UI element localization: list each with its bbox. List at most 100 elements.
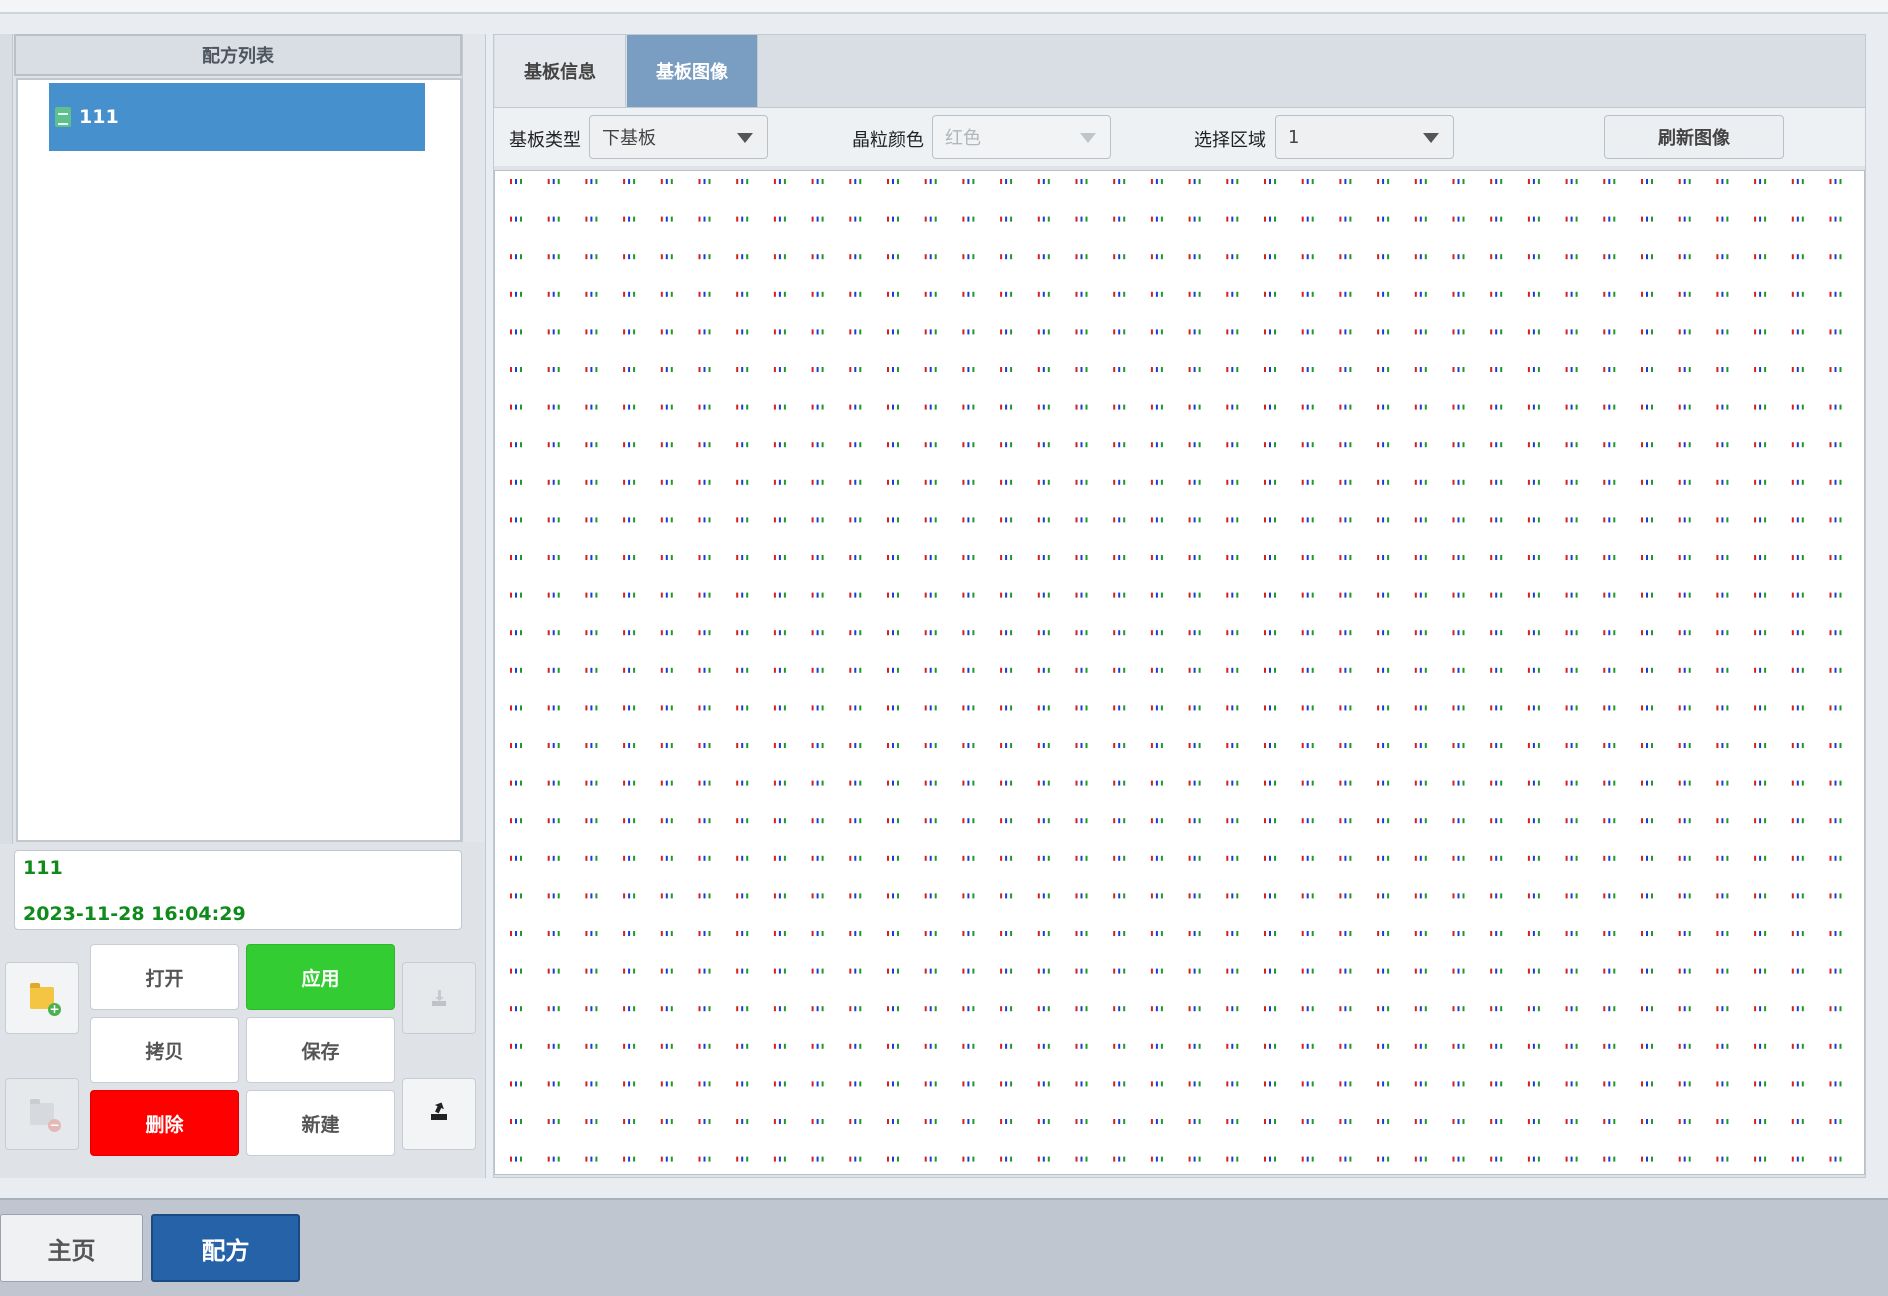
die-pixel: [736, 893, 739, 899]
die-pixel: [703, 818, 706, 824]
die-pixel: [887, 404, 889, 410]
die-pixel: [1462, 367, 1465, 372]
left-scrollbar[interactable]: [0, 34, 13, 844]
die-pixel: [859, 855, 862, 861]
die-pixel: [1613, 931, 1616, 936]
die-pixel: [1651, 1119, 1653, 1124]
refresh-image-button[interactable]: 刷新图像: [1604, 115, 1784, 159]
die-pixel: [552, 1156, 555, 1162]
die-cell: [698, 442, 711, 448]
die-pixel: [1269, 1119, 1271, 1124]
die-pixel: [887, 893, 889, 899]
save-button[interactable]: 保存: [246, 1017, 395, 1083]
die-pixel: [1042, 931, 1045, 936]
die-pixel: [1113, 404, 1116, 410]
die-pixel: [897, 968, 899, 974]
die-pixel: [623, 479, 626, 485]
region-select[interactable]: 1: [1275, 115, 1454, 159]
tab-substrate-info[interactable]: 基板信息: [495, 35, 626, 107]
die-cell: [1414, 743, 1427, 748]
die-cell: [1150, 818, 1163, 824]
die-pixel: [1301, 1119, 1304, 1124]
die-pixel: [1150, 630, 1153, 636]
die-pixel: [1085, 968, 1088, 974]
die-pixel: [1565, 254, 1568, 260]
nav-home-button[interactable]: 主页: [0, 1214, 143, 1282]
add-folder-button[interactable]: [5, 962, 79, 1034]
remove-folder-button[interactable]: [5, 1078, 79, 1150]
die-pixel: [741, 291, 744, 297]
die-pixel: [623, 291, 626, 297]
copy-button[interactable]: 拷贝: [90, 1017, 239, 1083]
die-pixel: [1500, 705, 1503, 711]
die-pixel: [816, 254, 819, 260]
panel-splitter[interactable]: [462, 34, 485, 842]
die-cell: [1565, 667, 1578, 673]
die-cell: [1490, 442, 1503, 448]
die-pixel: [1118, 216, 1121, 222]
export-button[interactable]: [402, 1078, 476, 1150]
new-button[interactable]: 新建: [246, 1090, 395, 1156]
die-cell: [773, 291, 786, 297]
delete-button[interactable]: 删除: [90, 1090, 239, 1156]
die-pixel: [1231, 216, 1234, 222]
die-pixel: [1424, 855, 1427, 861]
die-pixel: [1796, 1043, 1799, 1049]
nav-recipe-button[interactable]: 配方: [151, 1214, 300, 1282]
substrate-image-canvas[interactable]: [494, 170, 1865, 1175]
die-pixel: [1150, 367, 1153, 372]
die-pixel: [708, 479, 711, 485]
die-pixel: [972, 479, 975, 485]
die-pixel: [1231, 667, 1234, 673]
die-cell: [1150, 705, 1163, 711]
die-pixel: [1754, 893, 1757, 899]
die-pixel: [628, 705, 631, 711]
tab-substrate-image[interactable]: 基板图像: [627, 35, 758, 107]
die-pixel: [1678, 743, 1681, 748]
die-pixel: [1306, 743, 1309, 748]
die-pixel: [628, 367, 631, 372]
die-pixel: [670, 179, 673, 184]
die-pixel: [892, 555, 894, 560]
die-pixel: [1462, 667, 1465, 673]
die-pixel: [1424, 1156, 1427, 1162]
die-cell: [1037, 254, 1050, 260]
recipe-list-item[interactable]: 111: [49, 83, 425, 151]
import-button[interactable]: [402, 962, 476, 1034]
die-pixel: [1462, 931, 1465, 936]
die-pixel: [585, 780, 588, 786]
die-cell: [1791, 1006, 1804, 1012]
die-pixel: [1537, 1119, 1540, 1124]
die-pixel: [1527, 818, 1530, 824]
die-pixel: [1382, 667, 1385, 673]
die-pixel: [1764, 818, 1767, 824]
die-pixel: [1495, 931, 1498, 936]
die-cell: [1565, 931, 1578, 936]
die-pixel: [1726, 893, 1729, 899]
open-button[interactable]: 打开: [90, 944, 239, 1010]
die-cell: [1829, 517, 1842, 523]
die-cell: [1641, 893, 1653, 899]
die-cell: [1150, 855, 1163, 861]
die-pixel: [1150, 893, 1153, 899]
die-cell: [1754, 931, 1767, 936]
die-pixel: [887, 216, 889, 222]
die-pixel: [821, 1119, 824, 1124]
die-pixel: [1603, 329, 1606, 335]
die-pixel: [859, 968, 862, 974]
substrate-type-select[interactable]: 下基板: [589, 115, 768, 159]
die-pixel: [1188, 630, 1191, 636]
die-pixel: [746, 705, 749, 711]
grain-color-select[interactable]: 红色: [932, 115, 1111, 159]
die-pixel: [510, 630, 512, 636]
die-pixel: [1236, 818, 1239, 824]
die-cell: [1113, 1156, 1126, 1162]
apply-button[interactable]: 应用: [246, 944, 395, 1010]
die-pixel: [1150, 479, 1153, 485]
die-cell: [547, 780, 560, 786]
die-pixel: [811, 367, 814, 372]
die-pixel: [1678, 555, 1681, 560]
die-pixel: [1452, 630, 1455, 636]
die-pixel: [1462, 1156, 1465, 1162]
die-pixel: [515, 893, 517, 899]
